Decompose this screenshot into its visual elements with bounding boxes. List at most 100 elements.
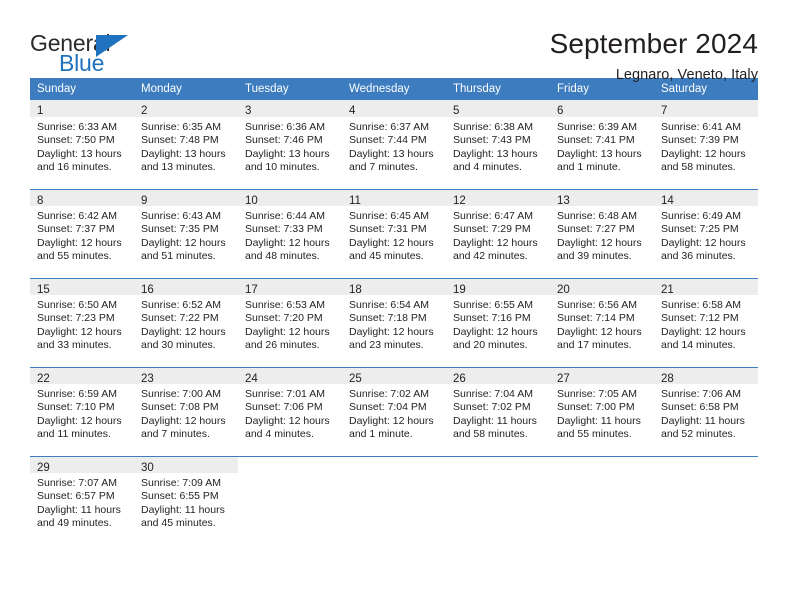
day-details: Sunrise: 6:53 AM Sunset: 7:20 PM Daylight:… — [238, 295, 342, 353]
calendar-day-cell[interactable]: 4 Sunrise: 6:37 AM Sunset: 7:44 PM Daylight… — [342, 100, 446, 189]
daylight-text-line1: Daylight: 12 hours — [245, 414, 330, 427]
sunset-text: Sunset: 7:48 PM — [141, 134, 219, 147]
daylight-text-line1: Daylight: 11 hours — [37, 503, 121, 516]
calendar-day-cell[interactable]: 15 Sunrise: 6:50 AM Sunset: 7:23 PM Dayligh… — [30, 278, 134, 367]
calendar-day-cell — [238, 456, 342, 545]
day-number: 4 — [349, 105, 356, 117]
day-cell-inner: 28 Sunrise: 7:06 AM Sunset: 6:58 PM Dayligh… — [654, 367, 758, 456]
day-number: 22 — [37, 373, 50, 385]
logo-text-blue: Blue — [59, 50, 105, 76]
calendar-day-cell[interactable]: 9 Sunrise: 6:43 AM Sunset: 7:35 PM Daylight… — [134, 189, 238, 278]
day-cell-inner: 4 Sunrise: 6:37 AM Sunset: 7:44 PM Daylight… — [342, 100, 446, 189]
calendar-day-cell[interactable]: 14 Sunrise: 6:49 AM Sunset: 7:25 PM Dayligh… — [654, 189, 758, 278]
calendar-day-cell[interactable]: 20 Sunrise: 6:56 AM Sunset: 7:14 PM Dayligh… — [550, 278, 654, 367]
day-cell-inner: 5 Sunrise: 6:38 AM Sunset: 7:43 PM Daylight… — [446, 100, 550, 189]
sunset-text: Sunset: 7:27 PM — [557, 223, 635, 236]
calendar-day-cell[interactable]: 22 Sunrise: 6:59 AM Sunset: 7:10 PM Dayligh… — [30, 367, 134, 456]
day-number: 10 — [245, 195, 258, 207]
calendar-day-cell[interactable]: 18 Sunrise: 6:54 AM Sunset: 7:18 PM Dayligh… — [342, 278, 446, 367]
day-details: Sunrise: 6:45 AM Sunset: 7:31 PM Daylight:… — [342, 206, 446, 264]
daylight-text-line1: Daylight: 12 hours — [37, 325, 122, 338]
calendar-day-cell[interactable]: 3 Sunrise: 6:36 AM Sunset: 7:46 PM Daylight… — [238, 100, 342, 189]
calendar-day-cell[interactable]: 30 Sunrise: 7:09 AM Sunset: 6:55 PM Dayligh… — [134, 456, 238, 545]
sunset-text: Sunset: 7:50 PM — [37, 134, 115, 147]
daylight-text-line1: Daylight: 11 hours — [141, 503, 225, 516]
day-number: 26 — [453, 373, 466, 385]
sunset-text: Sunset: 7:06 PM — [245, 401, 323, 414]
day-number-bar: 5 — [446, 100, 550, 117]
day-details — [238, 473, 342, 477]
calendar-week-row: 1 Sunrise: 6:33 AM Sunset: 7:50 PM Daylight… — [30, 100, 758, 189]
calendar-day-cell[interactable]: 24 Sunrise: 7:01 AM Sunset: 7:06 PM Dayligh… — [238, 367, 342, 456]
calendar-day-cell[interactable]: 25 Sunrise: 7:02 AM Sunset: 7:04 PM Dayligh… — [342, 367, 446, 456]
calendar-day-cell[interactable]: 19 Sunrise: 6:55 AM Sunset: 7:16 PM Dayligh… — [446, 278, 550, 367]
day-cell-inner: 19 Sunrise: 6:55 AM Sunset: 7:16 PM Dayligh… — [446, 278, 550, 367]
sunset-text: Sunset: 7:31 PM — [349, 223, 427, 236]
sunrise-text: Sunrise: 6:38 AM — [453, 121, 533, 133]
calendar-day-cell — [550, 456, 654, 545]
day-details: Sunrise: 6:58 AM Sunset: 7:12 PM Daylight:… — [654, 295, 758, 353]
calendar-day-cell[interactable]: 21 Sunrise: 6:58 AM Sunset: 7:12 PM Dayligh… — [654, 278, 758, 367]
day-cell-inner: 7 Sunrise: 6:41 AM Sunset: 7:39 PM Daylight… — [654, 100, 758, 189]
calendar-day-cell[interactable]: 27 Sunrise: 7:05 AM Sunset: 7:00 PM Dayligh… — [550, 367, 654, 456]
day-details: Sunrise: 6:47 AM Sunset: 7:29 PM Daylight:… — [446, 206, 550, 264]
calendar-day-cell[interactable]: 29 Sunrise: 7:07 AM Sunset: 6:57 PM Dayligh… — [30, 456, 134, 545]
day-details: Sunrise: 6:50 AM Sunset: 7:23 PM Daylight:… — [30, 295, 134, 353]
day-number: 16 — [141, 284, 154, 296]
daylight-text-line2: and 4 minutes. — [453, 161, 522, 174]
day-details: Sunrise: 6:52 AM Sunset: 7:22 PM Daylight:… — [134, 295, 238, 353]
calendar-day-cell[interactable]: 8 Sunrise: 6:42 AM Sunset: 7:37 PM Daylight… — [30, 189, 134, 278]
sunset-text: Sunset: 7:37 PM — [37, 223, 115, 236]
sunrise-text: Sunrise: 6:42 AM — [37, 210, 117, 222]
daylight-text-line2: and 48 minutes. — [245, 250, 320, 263]
sunrise-text: Sunrise: 6:45 AM — [349, 210, 429, 222]
day-number-bar: 14 — [654, 189, 758, 207]
day-number: 5 — [453, 105, 460, 117]
day-number-bar: 7 — [654, 100, 758, 117]
calendar-day-cell — [654, 456, 758, 545]
day-details: Sunrise: 7:04 AM Sunset: 7:02 PM Daylight:… — [446, 384, 550, 442]
calendar-day-cell[interactable]: 10 Sunrise: 6:44 AM Sunset: 7:33 PM Dayligh… — [238, 189, 342, 278]
calendar-day-cell[interactable]: 7 Sunrise: 6:41 AM Sunset: 7:39 PM Daylight… — [654, 100, 758, 189]
daylight-text-line2: and 11 minutes. — [37, 428, 111, 441]
calendar-day-cell[interactable]: 16 Sunrise: 6:52 AM Sunset: 7:22 PM Dayligh… — [134, 278, 238, 367]
calendar-day-cell[interactable]: 12 Sunrise: 6:47 AM Sunset: 7:29 PM Dayligh… — [446, 189, 550, 278]
calendar-day-cell[interactable]: 11 Sunrise: 6:45 AM Sunset: 7:31 PM Dayligh… — [342, 189, 446, 278]
page-title: September 2024 — [549, 28, 758, 59]
day-cell-inner: 13 Sunrise: 6:48 AM Sunset: 7:27 PM Dayligh… — [550, 189, 654, 278]
sunrise-text: Sunrise: 7:07 AM — [37, 477, 117, 489]
day-details: Sunrise: 6:35 AM Sunset: 7:48 PM Daylight:… — [134, 117, 238, 175]
day-number: 13 — [557, 195, 570, 207]
day-details: Sunrise: 6:44 AM Sunset: 7:33 PM Daylight:… — [238, 206, 342, 264]
sunset-text: Sunset: 7:41 PM — [557, 134, 635, 147]
daylight-text-line2: and 45 minutes. — [141, 517, 216, 530]
daylight-text-line1: Daylight: 12 hours — [557, 236, 642, 249]
day-number: 15 — [37, 284, 50, 296]
calendar-day-cell[interactable]: 17 Sunrise: 6:53 AM Sunset: 7:20 PM Dayligh… — [238, 278, 342, 367]
daylight-text-line2: and 55 minutes. — [37, 250, 112, 263]
daylight-text-line1: Daylight: 12 hours — [661, 325, 746, 338]
day-number: 3 — [245, 105, 252, 117]
sunrise-text: Sunrise: 6:41 AM — [661, 121, 741, 133]
day-number-bar: 23 — [134, 367, 238, 385]
calendar-day-cell[interactable]: 28 Sunrise: 7:06 AM Sunset: 6:58 PM Dayligh… — [654, 367, 758, 456]
day-details: Sunrise: 6:38 AM Sunset: 7:43 PM Daylight:… — [446, 117, 550, 175]
day-number-bar: 13 — [550, 189, 654, 207]
calendar-day-cell[interactable]: 2 Sunrise: 6:35 AM Sunset: 7:48 PM Daylight… — [134, 100, 238, 189]
day-number: 28 — [661, 373, 674, 385]
sunrise-text: Sunrise: 7:05 AM — [557, 388, 637, 400]
day-number: 8 — [37, 195, 44, 207]
sunrise-text: Sunrise: 7:01 AM — [245, 388, 325, 400]
calendar-day-cell[interactable]: 26 Sunrise: 7:04 AM Sunset: 7:02 PM Dayligh… — [446, 367, 550, 456]
calendar-day-cell[interactable]: 6 Sunrise: 6:39 AM Sunset: 7:41 PM Daylight… — [550, 100, 654, 189]
day-number: 12 — [453, 195, 466, 207]
calendar-day-cell[interactable]: 5 Sunrise: 6:38 AM Sunset: 7:43 PM Daylight… — [446, 100, 550, 189]
daylight-text-line2: and 39 minutes. — [557, 250, 632, 263]
day-number: 18 — [349, 284, 362, 296]
general-blue-logo[interactable]: General Blue — [30, 28, 140, 76]
calendar-day-cell[interactable]: 1 Sunrise: 6:33 AM Sunset: 7:50 PM Daylight… — [30, 100, 134, 189]
sunset-text: Sunset: 7:18 PM — [349, 312, 427, 325]
day-number: 27 — [557, 373, 570, 385]
calendar-day-cell[interactable]: 23 Sunrise: 7:00 AM Sunset: 7:08 PM Dayligh… — [134, 367, 238, 456]
calendar-day-cell[interactable]: 13 Sunrise: 6:48 AM Sunset: 7:27 PM Dayligh… — [550, 189, 654, 278]
